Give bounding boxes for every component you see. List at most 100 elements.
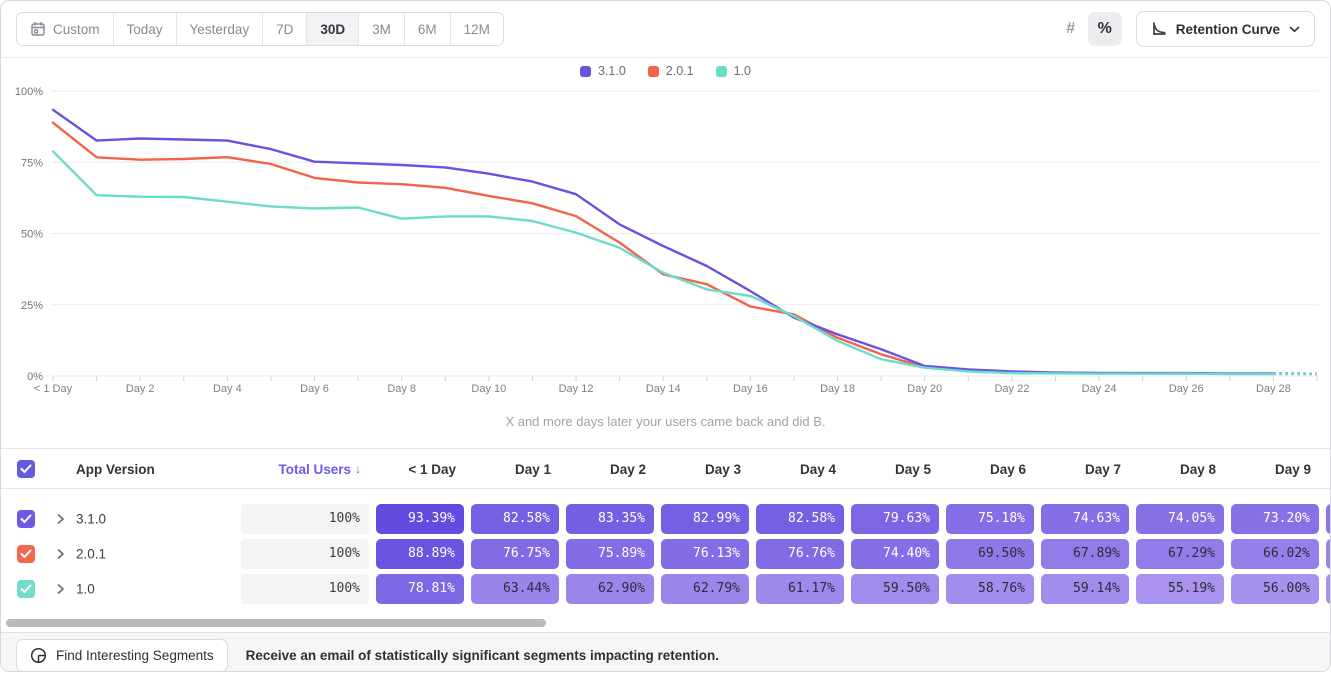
retention-cell[interactable]: 66.02% [1231,539,1319,569]
range-button-today[interactable]: Today [114,13,177,45]
retention-cell[interactable]: 76.75% [471,539,559,569]
day-column-header[interactable]: Day 5 [851,449,939,489]
retention-cell[interactable]: 62.79% [661,574,749,604]
day-column-header[interactable]: Day 7 [1041,449,1129,489]
find-interesting-segments-button[interactable]: Find Interesting Segments [16,639,228,672]
table-row-1.0[interactable]: 1.0100%78.81%63.44%62.90%62.79%61.17%59.… [1,571,1330,606]
find-segments-label: Find Interesting Segments [56,648,214,663]
range-button-12m[interactable]: 12M [451,13,503,45]
scrollbar-thumb[interactable] [6,619,546,627]
retention-cell[interactable]: 67.89% [1041,539,1129,569]
retention-cell-clipped[interactable] [1326,504,1331,534]
absolute-values-toggle[interactable]: # [1054,12,1088,46]
retention-cell[interactable]: 79.63% [851,504,939,534]
legend-item-3.1.0[interactable]: 3.1.0 [580,64,626,78]
svg-text:100%: 100% [15,86,43,98]
svg-text:25%: 25% [21,300,43,312]
total-users-cell[interactable]: 100% [241,539,369,569]
legend-label: 3.1.0 [598,64,626,78]
retention-cell[interactable]: 75.89% [566,539,654,569]
total-users-header[interactable]: Total Users↓ [241,449,369,489]
footer-message: Receive an email of statistically signif… [246,648,719,663]
svg-text:Day 16: Day 16 [733,383,768,395]
chart-caption: X and more days later your users came ba… [1,414,1330,429]
svg-text:Day 4: Day 4 [213,383,242,395]
range-button-7d[interactable]: 7D [263,13,307,45]
day-column-header[interactable]: Day 1 [471,449,559,489]
row-checkbox[interactable] [17,580,35,598]
row-checkbox[interactable] [17,510,35,528]
expand-chevron-right-icon[interactable] [56,583,65,595]
legend-label: 2.0.1 [666,64,694,78]
retention-cell-clipped[interactable] [1326,539,1331,569]
retention-cell[interactable]: 58.76% [946,574,1034,604]
day-column-header[interactable]: < 1 Day [376,449,464,489]
app-version-name: 1.0 [76,581,95,596]
svg-text:Day 2: Day 2 [126,383,155,395]
retention-cell[interactable]: 74.05% [1136,504,1224,534]
range-button-3m[interactable]: 3M [359,13,405,45]
retention-cell[interactable]: 82.99% [661,504,749,534]
retention-cell[interactable]: 59.14% [1041,574,1129,604]
toolbar: Custom Today Yesterday 7D30D 3M 6M12M #% Rete… [1,1,1330,58]
retention-cell[interactable]: 67.29% [1136,539,1224,569]
horizontal-scrollbar[interactable] [1,614,1330,632]
expand-chevron-right-icon[interactable] [56,513,65,525]
retention-cell[interactable]: 56.00% [1231,574,1319,604]
svg-text:Day 18: Day 18 [820,383,855,395]
percent-values-toggle[interactable]: % [1088,12,1122,46]
range-label: Today [127,22,163,37]
retention-cell[interactable]: 59.50% [851,574,939,604]
chevron-down-icon [1289,26,1300,33]
retention-cell[interactable]: 83.35% [566,504,654,534]
day-column-header[interactable]: Day 4 [756,449,844,489]
table-body: 3.1.0100%93.39%82.58%83.35%82.99%82.58%7… [1,489,1330,614]
retention-cell[interactable]: 74.63% [1041,504,1129,534]
retention-cell[interactable]: 63.44% [471,574,559,604]
retention-cell[interactable]: 61.17% [756,574,844,604]
expand-chevron-right-icon[interactable] [56,548,65,560]
day-column-header[interactable]: Day 6 [946,449,1034,489]
svg-text:Day 14: Day 14 [646,383,681,395]
retention-cell[interactable]: 88.89% [376,539,464,569]
range-label: 3M [372,22,391,37]
table-row-2.0.1[interactable]: 2.0.1100%88.89%76.75%75.89%76.13%76.76%7… [1,536,1330,571]
range-button-30d[interactable]: 30D [307,13,359,45]
range-button-custom[interactable]: Custom [17,13,114,45]
retention-cell-clipped[interactable] [1326,574,1331,604]
table-row-3.1.0[interactable]: 3.1.0100%93.39%82.58%83.35%82.99%82.58%7… [1,501,1330,536]
retention-cell[interactable]: 82.58% [471,504,559,534]
range-button-yesterday[interactable]: Yesterday [177,13,264,45]
day-column-header[interactable]: Day 9 [1231,449,1319,489]
retention-cell[interactable]: 76.13% [661,539,749,569]
retention-cell[interactable]: 75.18% [946,504,1034,534]
retention-line-chart: 0%25%50%75%100%< 1 DayDay 2Day 4Day 6Day… [1,58,1331,410]
value-mode-group: #% [1054,12,1122,46]
retention-cell[interactable]: 93.39% [376,504,464,534]
svg-text:Day 26: Day 26 [1169,383,1204,395]
retention-cell[interactable]: 76.76% [756,539,844,569]
retention-cell[interactable]: 74.40% [851,539,939,569]
range-label: Yesterday [190,22,250,37]
row-checkbox[interactable] [17,545,35,563]
app-version-name: 3.1.0 [76,511,106,526]
day-column-header[interactable]: Day 2 [566,449,654,489]
chart-type-dropdown[interactable]: Retention Curve [1136,11,1315,47]
legend-item-1.0[interactable]: 1.0 [716,64,751,78]
select-all-checkbox[interactable] [17,460,35,478]
retention-cell[interactable]: 78.81% [376,574,464,604]
day-column-header[interactable]: Day 8 [1136,449,1224,489]
total-users-cell[interactable]: 100% [241,574,369,604]
retention-cell[interactable]: 73.20% [1231,504,1319,534]
range-button-6m[interactable]: 6M [405,13,451,45]
svg-text:Day 20: Day 20 [907,383,942,395]
legend-item-2.0.1[interactable]: 2.0.1 [648,64,694,78]
app-version-header: App Version [76,449,155,489]
retention-cell[interactable]: 82.58% [756,504,844,534]
retention-cell[interactable]: 62.90% [566,574,654,604]
retention-chart-section: 3.1.02.0.11.0 0%25%50%75%100%< 1 DayDay … [1,58,1330,448]
retention-cell[interactable]: 69.50% [946,539,1034,569]
total-users-cell[interactable]: 100% [241,504,369,534]
day-column-header[interactable]: Day 3 [661,449,749,489]
retention-cell[interactable]: 55.19% [1136,574,1224,604]
